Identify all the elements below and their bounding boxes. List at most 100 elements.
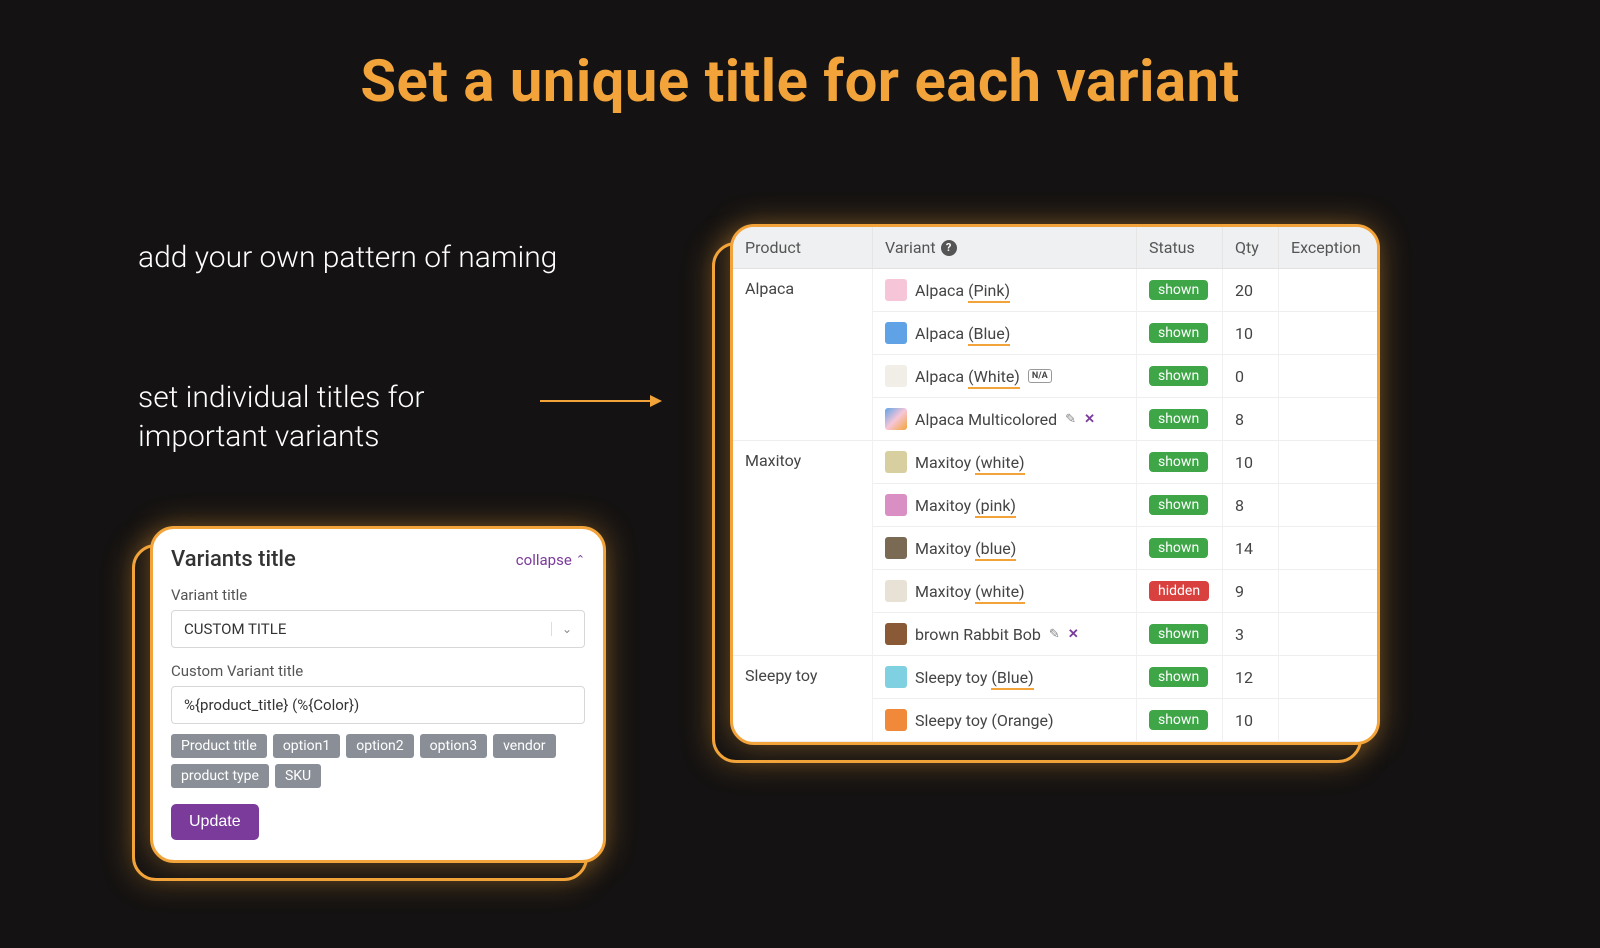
qty-cell: 12: [1223, 656, 1279, 699]
chevron-down-icon: ⌄: [551, 622, 572, 636]
status-cell: shown: [1137, 484, 1223, 527]
col-status: Status: [1137, 227, 1223, 268]
status-badge: shown: [1149, 667, 1208, 687]
variant-cell: Maxitoy (white): [873, 570, 1137, 613]
edit-icon[interactable]: ✎: [1065, 412, 1076, 427]
token-chip[interactable]: option1: [273, 734, 340, 758]
help-icon[interactable]: ?: [941, 240, 957, 256]
table-row: Alpaca (Blue)shown10: [733, 312, 1377, 355]
exception-cell: [1279, 312, 1377, 355]
exception-cell: [1279, 570, 1377, 613]
table-row: Alpaca Multicolored✎✕shown8: [733, 398, 1377, 441]
status-badge: shown: [1149, 366, 1208, 386]
status-cell: shown: [1137, 527, 1223, 570]
variants-table-panel: Product Variant ? Status Qty Exception A…: [730, 224, 1380, 745]
collapse-label: collapse: [516, 551, 572, 569]
token-chip[interactable]: vendor: [493, 734, 555, 758]
qty-cell: 20: [1223, 269, 1279, 312]
custom-title-label: Custom Variant title: [171, 662, 585, 680]
subtitle-pattern: add your own pattern of naming: [138, 238, 558, 277]
variant-cell: Alpaca (Pink): [873, 269, 1137, 312]
custom-title-input[interactable]: [171, 686, 585, 724]
variant-thumb: [885, 580, 907, 602]
variant-name: Maxitoy (pink): [915, 496, 1016, 515]
variant-name: Maxitoy (blue): [915, 539, 1016, 558]
arrow-icon: [540, 400, 660, 402]
status-cell: shown: [1137, 699, 1223, 742]
update-button[interactable]: Update: [171, 804, 259, 840]
variant-name: brown Rabbit Bob: [915, 625, 1041, 644]
exception-cell: [1279, 484, 1377, 527]
page-title: Set a unique title for each variant: [0, 48, 1600, 116]
variant-thumb: [885, 537, 907, 559]
table-row: Alpaca (White)N/A shown 0: [733, 355, 1377, 398]
qty-cell: 14: [1223, 527, 1279, 570]
status-badge: shown: [1149, 710, 1208, 730]
exception-cell: [1279, 398, 1377, 441]
variant-cell: Alpaca Multicolored✎✕: [873, 398, 1137, 441]
status-cell: shown: [1137, 398, 1223, 441]
exception-cell: [1279, 355, 1377, 398]
status-cell: shown: [1137, 441, 1223, 484]
qty-cell: 8: [1223, 484, 1279, 527]
status-cell: shown: [1137, 312, 1223, 355]
exception-cell: [1279, 613, 1377, 656]
table-header: Product Variant ? Status Qty Exception: [733, 227, 1377, 269]
table-row: brown Rabbit Bob ✎ ✕ shown 3: [733, 613, 1377, 656]
qty-cell: 8: [1223, 398, 1279, 441]
token-chips: Product titleoption1option2 option3vendor…: [171, 734, 585, 788]
variant-name: Alpaca (Pink): [915, 281, 1010, 300]
status-cell: shown: [1137, 355, 1223, 398]
status-badge: shown: [1149, 495, 1208, 515]
variant-name: Maxitoy (white): [915, 453, 1025, 472]
select-value: CUSTOM TITLE: [184, 620, 286, 638]
table-row: Sleepy toy (Orange)shown10: [733, 699, 1377, 742]
status-badge: shown: [1149, 280, 1208, 300]
product-cell: [733, 570, 873, 613]
status-cell: hidden: [1137, 570, 1223, 613]
status-badge: shown: [1149, 538, 1208, 558]
status-cell: shown: [1137, 613, 1223, 656]
variant-cell: Maxitoy (blue): [873, 527, 1137, 570]
collapse-toggle[interactable]: collapse ⌃: [516, 551, 585, 569]
edit-icon[interactable]: ✎: [1049, 627, 1060, 642]
variant-cell: Alpaca (Blue): [873, 312, 1137, 355]
token-chip[interactable]: product type: [171, 764, 269, 788]
variant-thumb: [885, 365, 907, 387]
qty-cell: 10: [1223, 441, 1279, 484]
exception-cell: [1279, 527, 1377, 570]
product-cell: Maxitoy: [733, 441, 873, 484]
remove-icon[interactable]: ✕: [1084, 412, 1095, 427]
status-cell: shown: [1137, 656, 1223, 699]
table-row: AlpacaAlpaca (Pink)shown20: [733, 269, 1377, 312]
variant-thumb: [885, 279, 907, 301]
token-chip[interactable]: option2: [346, 734, 413, 758]
variant-cell: Alpaca (White)N/A: [873, 355, 1137, 398]
na-badge: N/A: [1028, 369, 1052, 383]
variant-thumb: [885, 666, 907, 688]
token-chip[interactable]: SKU: [275, 764, 321, 788]
exception-cell: [1279, 699, 1377, 742]
product-cell: Sleepy toy: [733, 656, 873, 699]
variant-thumb: [885, 494, 907, 516]
panel-heading: Variants title: [171, 547, 296, 572]
token-chip[interactable]: Product title: [171, 734, 267, 758]
variant-cell: Sleepy toy (Orange): [873, 699, 1137, 742]
token-chip[interactable]: option3: [420, 734, 487, 758]
exception-cell: [1279, 656, 1377, 699]
col-qty: Qty: [1223, 227, 1279, 268]
status-badge: shown: [1149, 624, 1208, 644]
table-row: Sleepy toySleepy toy (Blue)shown12: [733, 656, 1377, 699]
product-cell: [733, 527, 873, 570]
product-cell: [733, 355, 873, 398]
table-row: Maxitoy (blue) shown 14: [733, 527, 1377, 570]
variant-title-label: Variant title: [171, 586, 585, 604]
status-badge: shown: [1149, 409, 1208, 429]
qty-cell: 0: [1223, 355, 1279, 398]
qty-cell: 3: [1223, 613, 1279, 656]
variants-title-panel: Variants title collapse ⌃ Variant title …: [150, 526, 606, 863]
product-cell: [733, 312, 873, 355]
variant-title-select[interactable]: CUSTOM TITLE ⌄: [171, 610, 585, 648]
remove-icon[interactable]: ✕: [1068, 627, 1079, 642]
subtitle-individual: set individual titles for important vari…: [138, 378, 518, 456]
